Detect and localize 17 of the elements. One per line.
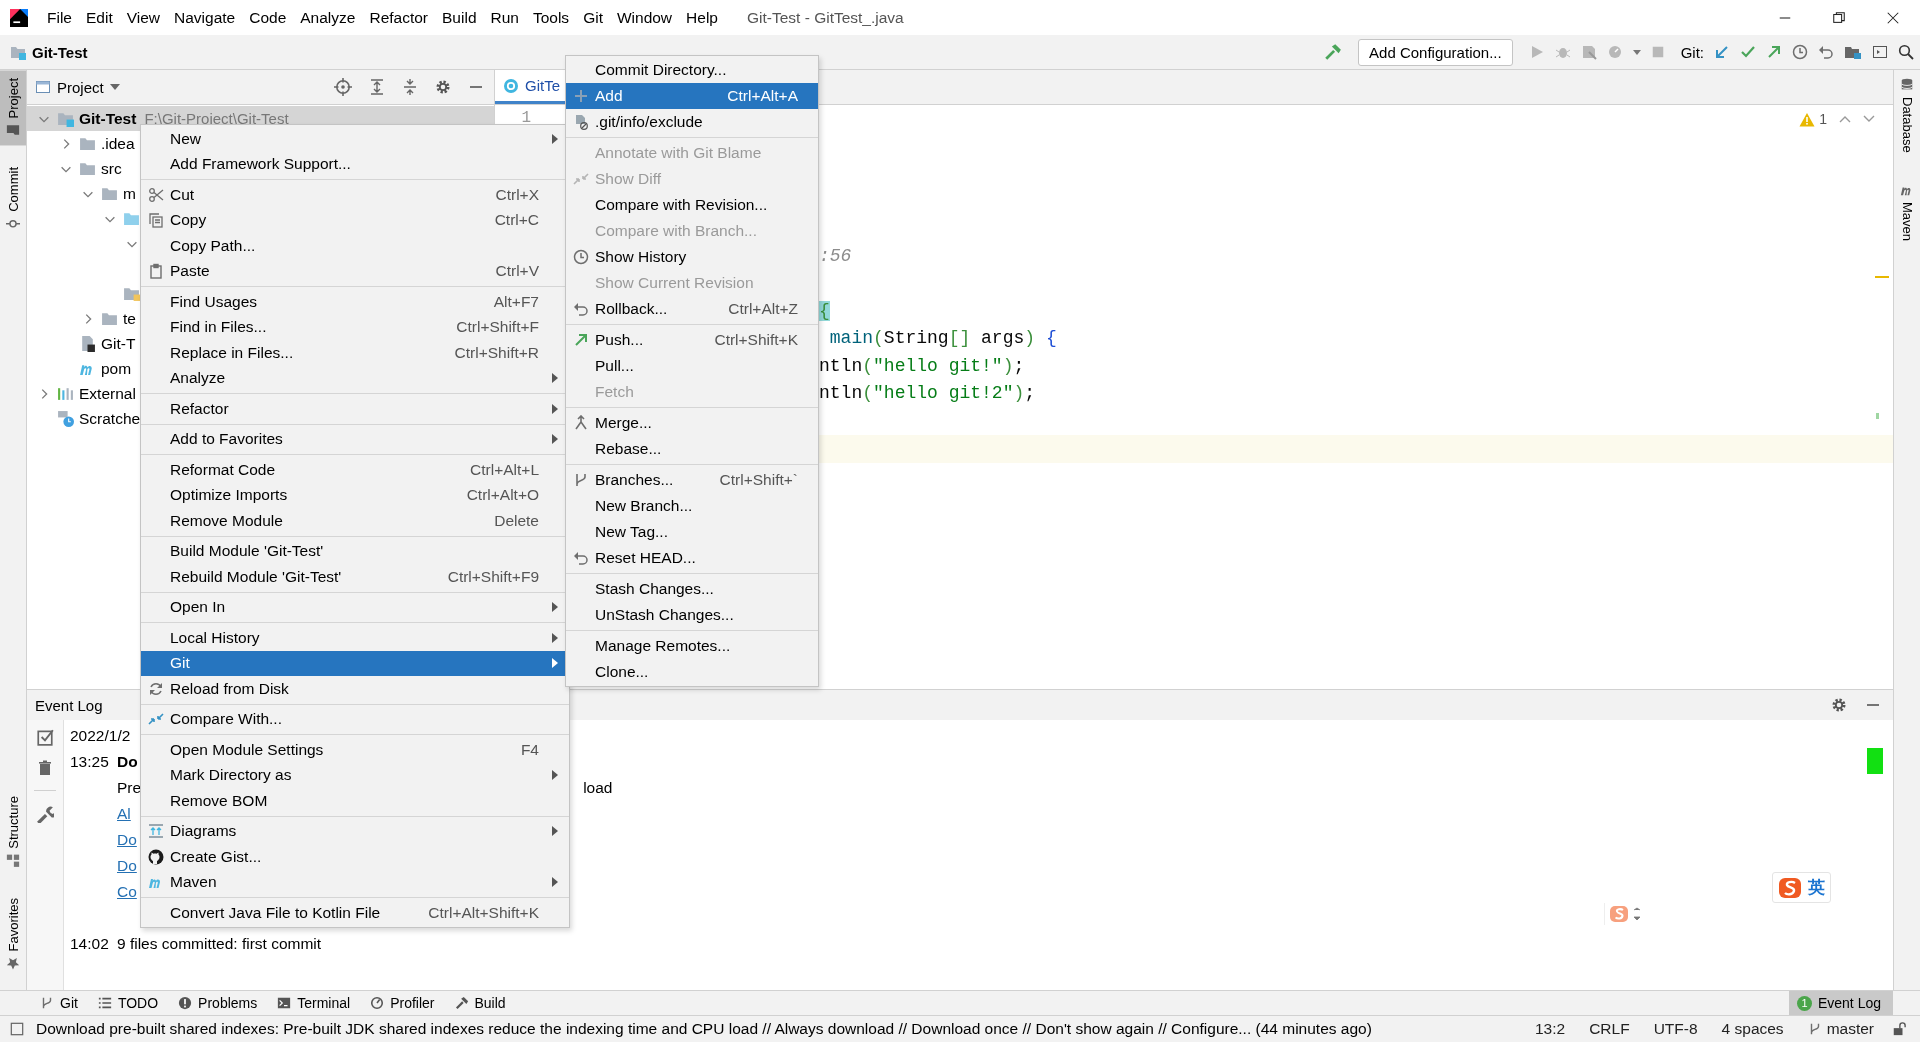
count-badge: 1	[1796, 995, 1812, 1011]
panel-title: Event Log	[35, 696, 103, 714]
log-date: 2022/1/2	[70, 727, 131, 745]
log-time: 13:25	[70, 753, 110, 771]
log-text: load	[583, 779, 613, 797]
code-line: ntln("hello git!");	[819, 354, 1026, 378]
vcs-label: Git:	[1680, 43, 1704, 61]
code-line: main(String[] args) {	[828, 327, 1058, 350]
log-title: Do	[117, 753, 138, 771]
code-line: ntln("hello git!2");	[819, 382, 1037, 405]
tree-item-path: F:\Git-Project\Git-Test	[144, 110, 289, 127]
code-line: :56	[819, 244, 853, 268]
log-time: 14:02	[70, 935, 110, 953]
log-text: 9 files committed: first commit	[117, 935, 322, 953]
line-number: 1	[520, 108, 532, 129]
window-title: Git-Test - GitTest_.java	[746, 8, 904, 27]
log-text: Pre	[117, 779, 142, 797]
